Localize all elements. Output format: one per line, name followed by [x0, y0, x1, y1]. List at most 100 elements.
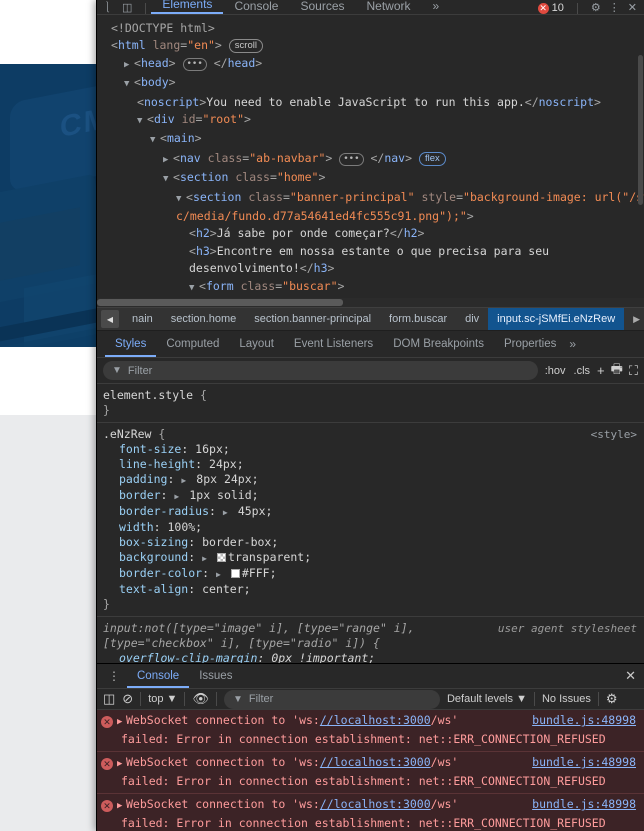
styles-tab-properties[interactable]: Properties — [494, 332, 566, 357]
css-declaration[interactable]: font-size: 16px; — [103, 442, 636, 457]
tab-network[interactable]: Network — [356, 0, 422, 14]
drawer-tab-bar: ⋮ Console Issues ✕ — [97, 664, 644, 689]
css-rule-origin[interactable]: <style> — [591, 427, 637, 442]
dom-node-line[interactable]: ▼ <section class="banner-principal" style… — [97, 189, 644, 208]
console-settings-gear-icon[interactable]: ⚙ — [606, 691, 618, 707]
css-rule-close-brace: } — [103, 403, 110, 417]
dom-tree-scroll-thumb[interactable] — [638, 55, 643, 205]
console-sidebar-icon[interactable]: ◫ — [103, 691, 115, 707]
dom-node-line[interactable]: <html lang="en"> scroll — [97, 37, 644, 54]
device-toolbar-icon[interactable]: ◫ — [122, 2, 132, 14]
css-selector[interactable]: element.style { — [103, 388, 636, 403]
live-expression-icon[interactable]: 👁 — [192, 691, 209, 707]
dom-node-line[interactable]: desenvolvimento!</h3> — [97, 260, 644, 277]
dom-node-line[interactable]: ▼ <section class="home"> — [97, 169, 644, 188]
breadcrumb-item[interactable]: input.sc-jSMfEi.eNzRew — [488, 308, 625, 330]
dom-tree-vertical-scrollbar[interactable] — [637, 15, 644, 307]
expand-arrow-icon[interactable]: ▶ — [117, 798, 126, 815]
css-declaration[interactable]: background: ▶ transparent; — [103, 550, 636, 566]
dom-node-line[interactable]: ▼ <body> — [97, 74, 644, 93]
breadcrumb-item[interactable]: nain — [123, 308, 162, 330]
console-toolbar-divider-2 — [184, 692, 186, 707]
clear-console-icon[interactable]: ⊘ — [122, 691, 133, 707]
styles-tab-event-listeners[interactable]: Event Listeners — [284, 332, 383, 357]
drawer-tab-issues[interactable]: Issues — [189, 664, 242, 688]
drawer-tab-console[interactable]: Console — [127, 664, 189, 688]
styles-tabs-overflow-icon[interactable]: » — [566, 337, 576, 351]
dom-node-line[interactable]: ▼ <div id="root"> — [97, 111, 644, 130]
breadcrumb-item[interactable]: form.buscar — [380, 308, 456, 330]
computed-sidebar-toggle-icon[interactable]: ⛶ — [629, 363, 638, 379]
tab-sources[interactable]: Sources — [289, 0, 355, 14]
dom-node-line[interactable]: <h3>Encontre em nossa estante o que prec… — [97, 243, 644, 260]
error-count-badge[interactable]: ✕ 10 — [537, 2, 564, 14]
drawer-kebab-icon[interactable]: ⋮ — [101, 664, 127, 688]
dom-tree[interactable]: <!DOCTYPE html> <html lang="en"> scroll ▶ <… — [97, 15, 644, 307]
tab-elements[interactable]: Elements — [151, 0, 224, 14]
css-rule[interactable]: <style> .eNzRew {font-size: 16px; line-hei… — [97, 423, 644, 617]
css-declaration[interactable]: text-align: center; — [103, 582, 636, 597]
new-style-rule-icon[interactable]: + — [597, 363, 605, 378]
dom-node-line[interactable]: <noscript>You need to enable JavaScript … — [97, 94, 644, 111]
console-filter-input[interactable]: ▼ Filter — [223, 689, 440, 709]
class-editor-toggle[interactable]: .cls — [573, 365, 592, 377]
console-error-message[interactable]: ✕ ▶ WebSocket connection to 'ws://localhos… — [97, 794, 644, 831]
dom-node-line[interactable]: ▶ <head> ••• </head> — [97, 55, 644, 74]
breadcrumb-scroll-right-icon[interactable]: ▶ — [629, 314, 644, 325]
styles-tab-computed[interactable]: Computed — [156, 332, 229, 357]
expand-arrow-icon[interactable]: ▶ — [117, 756, 126, 773]
css-declaration[interactable]: padding: ▶ 8px 24px; — [103, 472, 636, 488]
console-message-source-link[interactable]: bundle.js:48998 — [532, 754, 636, 771]
styles-rules-pane[interactable]: element.style {} <style> .eNzRew {font-siz… — [97, 384, 644, 663]
close-icon[interactable]: ✕ — [628, 2, 637, 14]
dom-tree-hscroll-thumb[interactable] — [97, 299, 343, 306]
print-media-icon[interactable]: 🖶 — [611, 360, 623, 382]
console-message-list[interactable]: ✕ ▶ WebSocket connection to 'ws://localhos… — [97, 710, 644, 831]
dom-node-line[interactable]: ▼ <main> — [97, 130, 644, 149]
styles-filter-placeholder: Filter — [127, 364, 153, 377]
css-rule[interactable]: user agent stylesheet input:not([type="im… — [97, 617, 644, 663]
tab-more-panels[interactable]: » — [422, 0, 451, 14]
breadcrumb-item[interactable]: section.banner-principal — [245, 308, 380, 330]
dom-node-line[interactable]: <!DOCTYPE html> — [97, 20, 644, 37]
console-log-levels-selector[interactable]: Default levels ▼ — [447, 693, 527, 705]
console-issues-label[interactable]: No Issues — [542, 693, 591, 705]
breadcrumb-item[interactable]: div — [456, 308, 488, 330]
console-error-message[interactable]: ✕ ▶ WebSocket connection to 'ws://localhos… — [97, 752, 644, 795]
css-declaration[interactable]: overflow-clip-margin: 0px !important; — [103, 651, 636, 663]
toolbar-divider — [145, 3, 147, 14]
inspect-element-icon[interactable]: ⎱ — [102, 2, 113, 14]
breadcrumb-scroll-left-icon[interactable]: ◀ — [101, 310, 119, 328]
breadcrumb-item[interactable]: section.home — [162, 308, 245, 330]
console-context-selector[interactable]: top ▼ — [148, 693, 177, 705]
console-message-source-link[interactable]: bundle.js:48998 — [532, 712, 636, 729]
css-selector[interactable]: .eNzRew { — [103, 427, 636, 442]
dom-node-line[interactable]: <h2>Já sabe por onde começar?</h2> — [97, 225, 644, 242]
css-selector[interactable]: [type="checkbox" i], [type="radio" i]) { — [103, 636, 636, 651]
css-declaration[interactable]: line-height: 24px; — [103, 457, 636, 472]
dom-node-line[interactable]: ▼ <form class="buscar"> — [97, 278, 644, 297]
styles-tab-styles[interactable]: Styles — [105, 332, 156, 357]
breadcrumb[interactable]: ◀ nain section.home section.banner-princip… — [97, 307, 644, 331]
css-declaration[interactable]: border-color: ▶ #FFF; — [103, 566, 636, 582]
styles-tab-dom-breakpoints[interactable]: DOM Breakpoints — [383, 332, 494, 357]
css-rule[interactable]: element.style {} — [97, 384, 644, 423]
styles-pane-tabs[interactable]: Styles Computed Layout Event Listeners DOM B… — [97, 331, 644, 358]
styles-tab-layout[interactable]: Layout — [229, 332, 284, 357]
console-message-source-link[interactable]: bundle.js:48998 — [532, 796, 636, 813]
css-declaration[interactable]: box-sizing: border-box; — [103, 535, 636, 550]
expand-arrow-icon[interactable]: ▶ — [117, 714, 126, 731]
hover-state-toggle[interactable]: :hov — [544, 365, 567, 377]
styles-filter-input[interactable]: ▼ Filter — [103, 361, 538, 380]
tab-console[interactable]: Console — [223, 0, 289, 14]
drawer-close-icon[interactable]: ✕ — [617, 664, 644, 688]
css-declaration[interactable]: width: 100%; — [103, 520, 636, 535]
css-declaration[interactable]: border-radius: ▶ 45px; — [103, 504, 636, 520]
kebab-menu-icon[interactable]: ⋮ — [609, 2, 620, 14]
dom-tree-horizontal-scrollbar[interactable] — [97, 298, 644, 307]
console-error-message[interactable]: ✕ ▶ WebSocket connection to 'ws://localhos… — [97, 710, 644, 753]
dom-node-line[interactable]: ▶ <nav class="ab-navbar"> ••• </nav> flex — [97, 150, 644, 169]
dom-node-line[interactable]: c/media/fundo.d77a54641ed4fc555c91.png")… — [97, 208, 644, 225]
css-declaration[interactable]: border: ▶ 1px solid; — [103, 488, 636, 504]
gear-icon[interactable]: ⚙ — [591, 2, 601, 14]
